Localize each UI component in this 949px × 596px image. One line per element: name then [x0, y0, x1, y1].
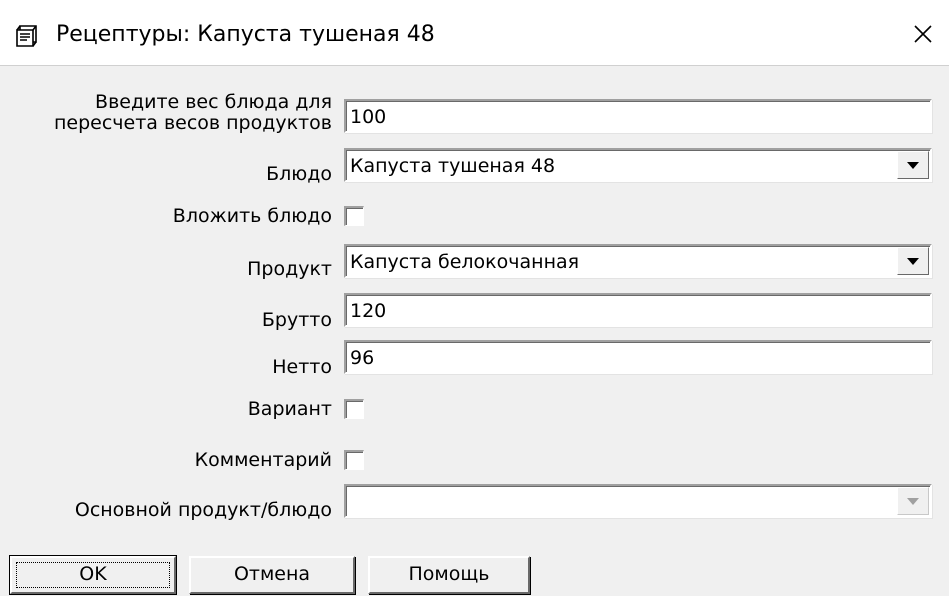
product-combobox[interactable]: Капуста белокочанная	[344, 244, 932, 278]
dish-combobox[interactable]: Капуста тушеная 48	[344, 148, 932, 182]
title-bar[interactable]: Рецептуры: Капуста тушеная 48	[0, 0, 949, 66]
comment-label: Комментарий	[194, 449, 332, 471]
ok-button-label: OK	[79, 563, 107, 585]
chevron-down-icon	[907, 257, 919, 265]
comment-checkbox[interactable]	[344, 450, 364, 470]
window-title: Рецептуры: Капуста тушеная 48	[56, 22, 435, 47]
help-button-label: Помощь	[408, 563, 490, 585]
main-product-dropdown-button[interactable]	[897, 487, 929, 515]
ok-button[interactable]: OK	[9, 555, 177, 595]
net-label: Нетто	[272, 356, 332, 378]
chevron-down-icon	[907, 497, 919, 505]
main-product-label: Основной продукт/блюдо	[74, 499, 332, 521]
nest-dish-label: Вложить блюдо	[172, 205, 332, 227]
product-dropdown-button[interactable]	[897, 247, 929, 275]
net-value: 96	[350, 347, 375, 369]
gross-label: Брутто	[261, 309, 332, 331]
main-product-combobox[interactable]	[344, 484, 932, 518]
dish-dropdown-button[interactable]	[897, 151, 929, 179]
nest-dish-checkbox[interactable]	[344, 206, 364, 226]
cancel-button[interactable]: Отмена	[189, 556, 355, 594]
close-icon[interactable]	[908, 19, 938, 49]
weight-input[interactable]: 100	[344, 99, 932, 133]
cancel-button-label: Отмена	[233, 563, 311, 585]
variant-label: Вариант	[247, 398, 332, 420]
dish-value: Капуста тушеная 48	[350, 155, 556, 177]
gross-input[interactable]: 120	[344, 293, 932, 327]
recipe-dialog: Рецептуры: Капуста тушеная 48 Введите ве…	[0, 0, 949, 596]
product-value: Капуста белокочанная	[350, 251, 580, 273]
weight-label: Введите вес блюда для пересчета весов пр…	[53, 91, 332, 134]
dialog-body: Введите вес блюда для пересчета весов пр…	[0, 66, 949, 596]
dictionary-icon	[16, 25, 37, 47]
gross-value: 120	[350, 300, 387, 322]
net-input[interactable]: 96	[344, 340, 932, 374]
weight-value: 100	[350, 106, 387, 128]
help-button[interactable]: Помощь	[368, 556, 530, 594]
chevron-down-icon	[907, 161, 919, 169]
product-label: Продукт	[247, 258, 332, 280]
dish-label: Блюдо	[266, 163, 332, 185]
variant-checkbox[interactable]	[344, 399, 364, 419]
